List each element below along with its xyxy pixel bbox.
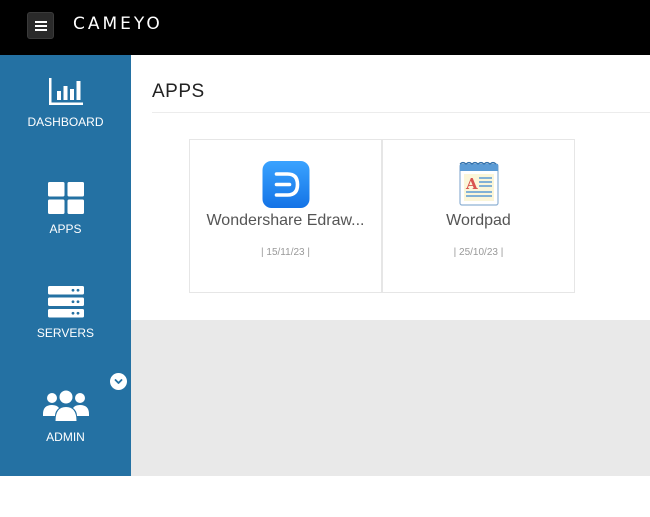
title-divider <box>152 112 650 113</box>
edraw-icon <box>262 161 309 208</box>
bar-chart-icon <box>48 78 83 105</box>
app-name: Wordpad <box>446 212 511 229</box>
chevron-down-icon <box>114 379 123 384</box>
server-icon <box>47 286 84 318</box>
app-date: | 15/11/23 | <box>261 247 310 258</box>
users-icon <box>42 390 89 421</box>
sidebar: DASHBOARD APPS SERVERS ADMIN <box>0 55 131 476</box>
svg-text:A: A <box>465 175 478 193</box>
main-content: APPS Wondershare Edraw... | 15/11/23 | A <box>131 55 650 320</box>
menu-line <box>35 25 47 27</box>
sidebar-item-label: APPS <box>49 222 82 236</box>
sidebar-item-servers[interactable]: SERVERS <box>0 286 131 340</box>
admin-expand-button[interactable] <box>110 373 127 390</box>
page-title: APPS <box>152 81 205 102</box>
sidebar-item-label: SERVERS <box>36 326 95 340</box>
app-date: | 25/10/23 | <box>453 247 504 258</box>
menu-line <box>35 29 47 31</box>
sidebar-item-dashboard[interactable]: DASHBOARD <box>0 77 131 129</box>
top-bar: CAMEYO <box>0 0 650 55</box>
hamburger-menu-button[interactable] <box>27 12 54 39</box>
sidebar-item-apps[interactable]: APPS <box>0 182 131 236</box>
menu-line <box>35 21 47 23</box>
app-name: Wondershare Edraw... <box>206 212 365 229</box>
wordpad-icon: A <box>458 161 499 206</box>
app-card-edraw[interactable]: Wondershare Edraw... | 15/11/23 | <box>189 139 382 293</box>
brand-logo[interactable]: CAMEYO <box>73 14 163 34</box>
sidebar-item-label: DASHBOARD <box>27 115 104 129</box>
app-card-wordpad[interactable]: A Wordpad | 25/10/23 | <box>382 139 575 293</box>
grid-icon <box>47 182 84 214</box>
sidebar-item-label: ADMIN <box>46 430 85 444</box>
sidebar-item-admin[interactable]: ADMIN <box>0 390 131 444</box>
